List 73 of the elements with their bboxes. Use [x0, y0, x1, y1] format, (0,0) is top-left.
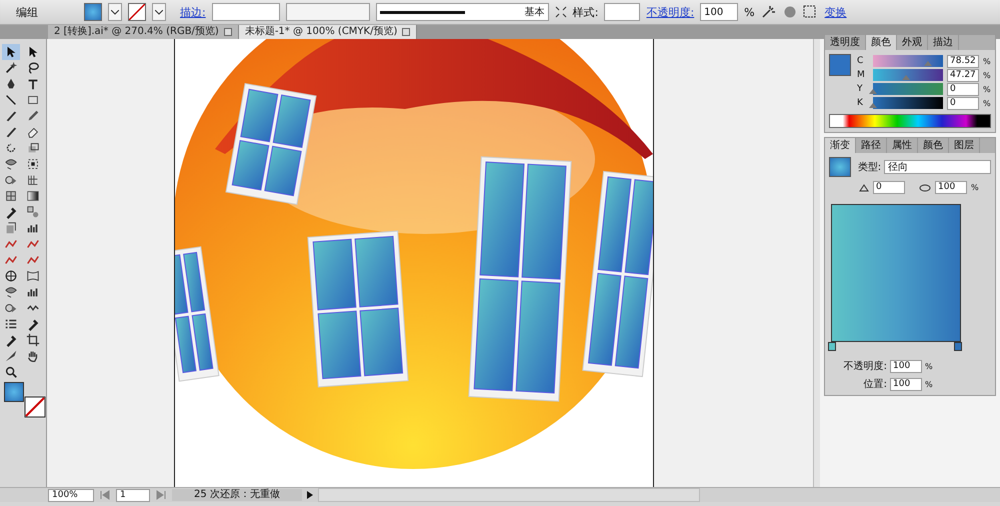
percent-label: % — [983, 70, 991, 80]
panel-tab[interactable]: 图层 — [949, 138, 980, 153]
percent-label: % — [925, 362, 933, 370]
opacity-label: 不透明度: — [843, 360, 887, 373]
opacity-link[interactable]: 不透明度: — [646, 4, 694, 20]
fill-color-swatch[interactable] — [4, 382, 24, 402]
opacity-field[interactable]: 100 — [700, 3, 738, 21]
slider-thumb[interactable] — [924, 61, 932, 66]
brush-stroke-dropdown[interactable]: 基本 — [376, 3, 549, 21]
style-label: 样式: — [572, 4, 598, 20]
percent-label: % — [925, 380, 933, 388]
gradient-stop[interactable] — [828, 342, 836, 351]
zoom-dropdown[interactable]: 100% — [48, 488, 94, 502]
percent-label: % — [983, 56, 991, 66]
percent-label: % — [744, 6, 755, 18]
document-tab[interactable]: 2 [转换].ai* @ 270.4% (RGB/预览) — [48, 25, 239, 39]
channel-label: K — [857, 98, 864, 108]
percent-label: % — [971, 183, 979, 192]
slider-thumb[interactable] — [869, 103, 877, 108]
type-label: 类型: — [858, 160, 882, 174]
aspect-ratio-field[interactable]: 100 — [935, 181, 967, 194]
channel-label: M — [857, 70, 866, 80]
document-tab[interactable]: 未标题-1* @ 100% (CMYK/预览) — [238, 25, 418, 39]
panel-tab[interactable]: 描边 — [928, 35, 959, 50]
channel-label: C — [857, 56, 864, 66]
stroke-line-icon — [380, 10, 465, 14]
panel-tab[interactable]: 渐变 — [825, 138, 856, 153]
style-dropdown[interactable] — [604, 3, 640, 21]
panel-tab[interactable]: 外观 — [897, 35, 928, 50]
channel-label: Y — [857, 84, 864, 94]
recolor-icon[interactable] — [760, 5, 777, 19]
gradient-stop[interactable] — [954, 342, 962, 351]
variable-width-field[interactable] — [286, 3, 370, 21]
angle-field[interactable]: 0 — [873, 181, 905, 194]
location-label: 位置: — [862, 378, 887, 391]
panel-tab[interactable]: 路径 — [856, 138, 887, 153]
page-dropdown[interactable]: 1 — [116, 488, 150, 502]
angle-icon — [859, 184, 869, 192]
none-stroke-swatch-icon[interactable] — [24, 396, 46, 418]
transform-link[interactable]: 变换 — [824, 4, 847, 20]
close-icon[interactable] — [224, 28, 232, 36]
percent-label: % — [983, 98, 991, 108]
panel-tab[interactable]: 颜色 — [866, 35, 897, 50]
panel-tab[interactable]: 属性 — [887, 138, 918, 153]
stroke-link[interactable]: 描边: — [180, 4, 206, 20]
channel-slider[interactable] — [873, 55, 943, 67]
channel-value-field[interactable]: 0 — [947, 96, 979, 110]
status-text: 25 次还原：无重做 — [172, 489, 302, 501]
stop-location-field[interactable]: 100 — [890, 378, 922, 390]
stroke-weight-field[interactable] — [212, 3, 280, 21]
aspect-ratio-icon — [917, 182, 931, 192]
crop-tool-icon[interactable] — [24, 332, 42, 348]
play-arrow-icon[interactable] — [306, 490, 314, 500]
current-color-swatch[interactable] — [829, 54, 851, 76]
close-icon[interactable] — [402, 28, 410, 36]
arrow-tool-icon[interactable] — [2, 44, 20, 60]
slider-thumb[interactable] — [869, 89, 877, 94]
scrollbar[interactable] — [813, 39, 820, 487]
panel-tab[interactable]: 颜色 — [918, 138, 949, 153]
channel-value-field[interactable]: 47.27 — [947, 68, 979, 82]
channel-value-field[interactable]: 78.52 — [947, 54, 979, 68]
channel-slider[interactable] — [873, 69, 943, 81]
type-dropdown[interactable]: 径向 — [884, 160, 991, 174]
percent-label: % — [983, 84, 991, 94]
slider-thumb[interactable] — [902, 75, 910, 80]
selection-label: 编组 — [16, 4, 38, 20]
gradient-swatch[interactable] — [829, 157, 851, 177]
color-spectrum[interactable] — [829, 114, 991, 128]
stop-opacity-field[interactable]: 100 — [890, 360, 922, 372]
channel-value-field[interactable]: 0 — [947, 82, 979, 96]
horizontal-scrollbar[interactable] — [318, 488, 700, 502]
no-stroke-swatch-icon[interactable] — [128, 3, 146, 21]
fill-swatch[interactable] — [84, 3, 102, 21]
